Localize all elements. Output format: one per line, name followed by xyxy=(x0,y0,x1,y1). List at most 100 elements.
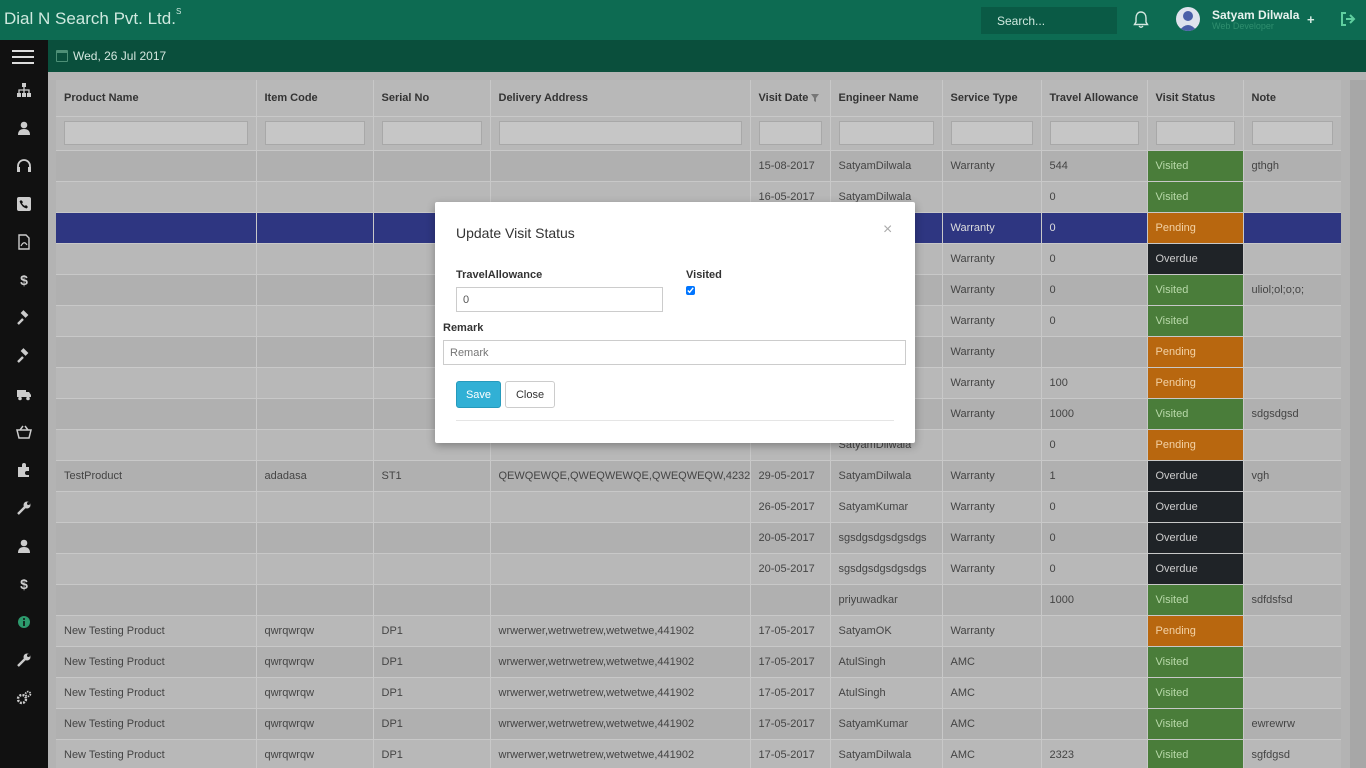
filter-engineer-name[interactable] xyxy=(838,121,934,145)
cell-item-code xyxy=(256,490,374,522)
cell-visit-status[interactable]: Visited xyxy=(1147,397,1244,429)
filter-product-name[interactable] xyxy=(64,121,248,145)
col-delivery-address[interactable]: Delivery Address xyxy=(490,80,751,116)
save-button[interactable]: Save xyxy=(456,381,501,408)
cell-service-type xyxy=(942,428,1042,460)
sidebar-item-billing[interactable]: $ xyxy=(0,261,48,299)
sidebar-item-user[interactable] xyxy=(0,109,48,147)
sidebar-item-maintenance[interactable] xyxy=(0,641,48,679)
bell-icon[interactable] xyxy=(1133,11,1149,29)
cell-visit-status[interactable]: Visited xyxy=(1147,676,1244,708)
filter-visit-date[interactable] xyxy=(758,121,822,145)
close-button[interactable]: Close xyxy=(505,381,555,408)
table-row[interactable]: TestProduct adadasa ST1 QEWQEWQE,QWEQWEWQE,… xyxy=(56,459,1341,491)
scrollbar[interactable] xyxy=(1350,80,1366,768)
cell-visit-status[interactable]: Pending xyxy=(1147,614,1244,646)
table-row[interactable]: 20-05-2017 sgsdgsdgsdgsdgs Warranty 0 Overdu… xyxy=(56,521,1341,553)
cell-note xyxy=(1243,490,1341,522)
sidebar-item-calls[interactable] xyxy=(0,185,48,223)
avatar[interactable] xyxy=(1176,7,1200,31)
table-row[interactable]: 20-05-2017 sgsdgsdgsdgsdgs Warranty 0 Overdu… xyxy=(56,552,1341,584)
cell-visit-status[interactable]: Overdue xyxy=(1147,242,1244,274)
col-product-name[interactable]: Product Name xyxy=(56,80,257,116)
col-visit-date[interactable]: Visit Date xyxy=(750,80,831,116)
cell-visit-status[interactable]: Visited xyxy=(1147,149,1244,181)
table-row[interactable]: New Testing Product qwrqwrqw DP1 wrwerwer,w… xyxy=(56,614,1341,646)
sidebar-item-settings[interactable] xyxy=(0,679,48,717)
cell-visit-status[interactable]: Visited xyxy=(1147,738,1244,768)
table-row[interactable]: New Testing Product qwrqwrqw DP1 wrwerwer,w… xyxy=(56,738,1341,768)
cell-product-name xyxy=(56,211,257,243)
filter-item-code[interactable] xyxy=(264,121,365,145)
cell-visit-status[interactable]: Overdue xyxy=(1147,521,1244,553)
table-row[interactable]: 26-05-2017 SatyamKumar Warranty 0 Overdue xyxy=(56,490,1341,522)
cell-visit-status[interactable]: Overdue xyxy=(1147,459,1244,491)
sidebar-item-sitemap[interactable] xyxy=(0,71,48,109)
filter-serial-no[interactable] xyxy=(381,121,482,145)
logout-icon[interactable] xyxy=(1340,11,1356,27)
cell-service-type: Warranty xyxy=(942,335,1042,367)
col-note[interactable]: Note xyxy=(1243,80,1341,116)
brand-logo[interactable]: Dial N Search Pvt. Ltd.S xyxy=(4,7,181,29)
col-visit-status[interactable]: Visit Status xyxy=(1147,80,1244,116)
travel-allowance-input[interactable] xyxy=(456,287,663,312)
cell-item-code: adadasa xyxy=(256,459,374,491)
col-service-type[interactable]: Service Type xyxy=(942,80,1042,116)
filter-icon[interactable] xyxy=(811,93,820,102)
cell-visit-date: 17-05-2017 xyxy=(750,738,831,768)
sidebar-item-info[interactable] xyxy=(0,603,48,641)
cell-item-code: qwrqwrqw xyxy=(256,645,374,677)
cell-visit-status[interactable]: Visited xyxy=(1147,304,1244,336)
sidebar-item-legal[interactable] xyxy=(0,299,48,337)
sidebar-item-legal-2[interactable] xyxy=(0,337,48,375)
sidebar-item-delivery[interactable] xyxy=(0,375,48,413)
close-icon[interactable]: × xyxy=(883,221,892,239)
col-travel-allowance[interactable]: Travel Allowance xyxy=(1041,80,1148,116)
filter-note[interactable] xyxy=(1251,121,1333,145)
cell-service-type: Warranty xyxy=(942,366,1042,398)
filter-visit-status[interactable] xyxy=(1155,121,1235,145)
sidebar-item-users[interactable] xyxy=(0,527,48,565)
cell-travel-allowance: 0 xyxy=(1041,242,1148,274)
filter-cell xyxy=(1041,115,1148,150)
sidebar-item-pdf[interactable] xyxy=(0,223,48,261)
sidebar-item-plugins[interactable] xyxy=(0,451,48,489)
cell-visit-status[interactable]: Overdue xyxy=(1147,552,1244,584)
cell-visit-date: 26-05-2017 xyxy=(750,490,831,522)
sidebar-item-payments[interactable]: $ xyxy=(0,565,48,603)
table-row[interactable]: New Testing Product qwrqwrqw DP1 wrwerwer,w… xyxy=(56,707,1341,739)
cell-visit-status[interactable]: Overdue xyxy=(1147,490,1244,522)
col-serial-no[interactable]: Serial No xyxy=(373,80,491,116)
cell-visit-status[interactable]: Pending xyxy=(1147,428,1244,460)
cell-visit-status[interactable]: Pending xyxy=(1147,335,1244,367)
user-name[interactable]: Satyam Dilwala xyxy=(1212,8,1299,22)
cell-visit-status[interactable]: Visited xyxy=(1147,273,1244,305)
hamburger-menu-icon[interactable] xyxy=(12,50,34,64)
table-row[interactable]: New Testing Product qwrqwrqw DP1 wrwerwer,w… xyxy=(56,645,1341,677)
cell-visit-status[interactable]: Visited xyxy=(1147,645,1244,677)
sidebar-item-support[interactable] xyxy=(0,147,48,185)
cell-visit-status[interactable]: Pending xyxy=(1147,366,1244,398)
filter-service-type[interactable] xyxy=(950,121,1033,145)
cell-visit-status[interactable]: Pending xyxy=(1147,211,1244,243)
sidebar-item-tools[interactable] xyxy=(0,489,48,527)
filter-travel-allowance[interactable] xyxy=(1049,121,1139,145)
search-input[interactable] xyxy=(981,7,1117,34)
table-row[interactable]: priyuwadkar 1000 Visited sdfdsfsd xyxy=(56,583,1341,615)
cell-product-name: New Testing Product xyxy=(56,707,257,739)
remark-input[interactable] xyxy=(443,340,906,365)
visited-checkbox[interactable] xyxy=(686,286,695,295)
sidebar-item-store[interactable] xyxy=(0,413,48,451)
cell-visit-status[interactable]: Visited xyxy=(1147,180,1244,212)
plus-icon[interactable]: + xyxy=(1307,12,1315,27)
filter-delivery-address[interactable] xyxy=(498,121,742,145)
cell-visit-status[interactable]: Visited xyxy=(1147,707,1244,739)
cell-product-name xyxy=(56,428,257,460)
cell-service-type: Warranty xyxy=(942,490,1042,522)
col-item-code[interactable]: Item Code xyxy=(256,80,374,116)
cell-visit-status[interactable]: Visited xyxy=(1147,583,1244,615)
table-row[interactable]: New Testing Product qwrqwrqw DP1 wrwerwer,w… xyxy=(56,676,1341,708)
filter-row xyxy=(56,115,1341,150)
col-engineer-name[interactable]: Engineer Name xyxy=(830,80,943,116)
table-row[interactable]: 15-08-2017 SatyamDilwala Warranty 544 Visite… xyxy=(56,149,1341,181)
